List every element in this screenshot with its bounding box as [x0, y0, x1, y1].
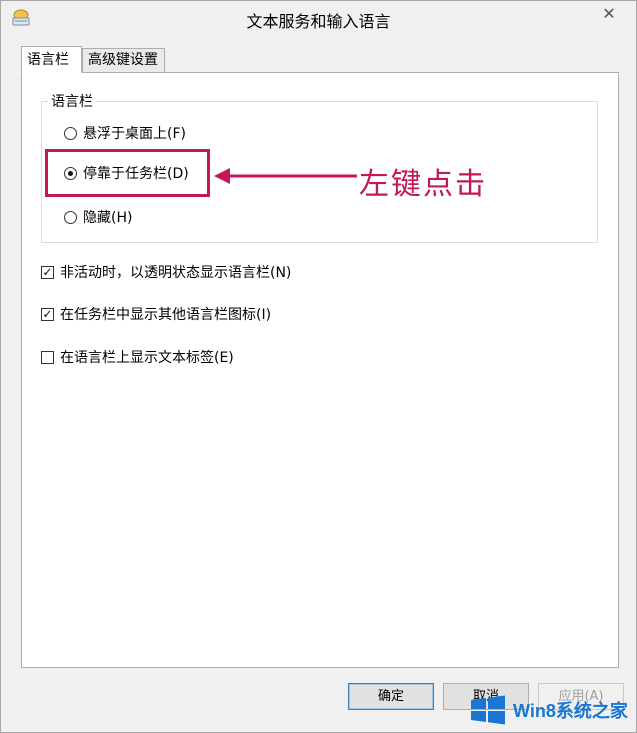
- radio-label: 隐藏(H): [83, 210, 133, 226]
- radio-hidden[interactable]: 隐藏(H): [64, 207, 132, 227]
- windows-logo-icon: [471, 695, 505, 725]
- radio-label: 停靠于任务栏(D): [83, 166, 189, 182]
- tab-advanced-key-settings[interactable]: 高级键设置: [82, 48, 165, 73]
- checkbox-label: 在任务栏中显示其他语言栏图标(I): [60, 307, 272, 323]
- watermark-text: Win8系统之家: [513, 701, 628, 721]
- radio-button[interactable]: [64, 210, 77, 224]
- checkbox-unchecked[interactable]: [41, 350, 54, 364]
- radio-button-selected[interactable]: [64, 166, 77, 180]
- tab-language-bar[interactable]: 语言栏: [21, 46, 82, 73]
- checkbox-show-extra-icons[interactable]: ✓ 在任务栏中显示其他语言栏图标(I): [41, 304, 271, 324]
- radio-float-on-desktop[interactable]: 悬浮于桌面上(F): [64, 123, 186, 143]
- groupbox-label: 语言栏: [48, 91, 96, 111]
- close-icon[interactable]: ✕: [596, 3, 622, 25]
- checkbox-checked[interactable]: ✓: [41, 265, 54, 279]
- annotation-arrow-icon: [214, 168, 357, 184]
- window-title: 文本服务和输入语言: [246, 12, 391, 31]
- radio-button[interactable]: [64, 126, 77, 140]
- watermark: Win8系统之家: [469, 691, 628, 729]
- radio-dock-in-taskbar[interactable]: 停靠于任务栏(D): [64, 163, 189, 183]
- dialog-window: 文本服务和输入语言 ✕ 语言栏 高级键设置 语言栏 悬浮于桌面上(F) 停靠于任…: [0, 0, 637, 733]
- checkbox-show-text-labels[interactable]: 在语言栏上显示文本标签(E): [41, 347, 234, 367]
- checkbox-checked[interactable]: ✓: [41, 307, 54, 321]
- title-bar[interactable]: 文本服务和输入语言 ✕: [1, 1, 636, 35]
- checkbox-transparent-when-inactive[interactable]: ✓ 非活动时，以透明状态显示语言栏(N): [41, 262, 291, 282]
- annotation-text: 左键点击: [359, 167, 487, 202]
- ok-button[interactable]: 确定: [348, 683, 434, 710]
- tab-panel-language-bar: 语言栏 悬浮于桌面上(F) 停靠于任务栏(D) 隐藏(H) ✓ 非活动时，以透明…: [21, 72, 619, 668]
- checkbox-label: 在语言栏上显示文本标签(E): [60, 350, 234, 366]
- checkbox-label: 非活动时，以透明状态显示语言栏(N): [60, 265, 292, 281]
- radio-label: 悬浮于桌面上(F): [83, 126, 186, 142]
